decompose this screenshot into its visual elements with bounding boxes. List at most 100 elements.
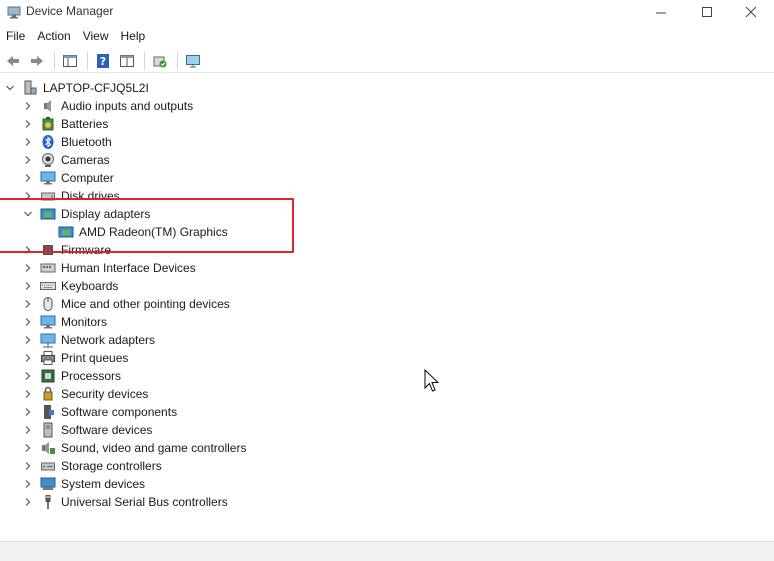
category-label: Display adapters (61, 207, 151, 221)
close-button[interactable] (728, 0, 774, 24)
disk-icon (40, 188, 56, 204)
category-cameras[interactable]: Cameras (22, 151, 110, 169)
category-label: System devices (61, 477, 146, 491)
chevron-right-icon[interactable] (22, 352, 34, 364)
menu-bar: File Action View Help (0, 26, 774, 46)
chevron-right-icon[interactable] (22, 478, 34, 490)
chevron-right-icon[interactable] (22, 370, 34, 382)
category-label: Monitors (61, 315, 108, 329)
keyboard-icon (40, 278, 56, 294)
chevron-right-icon[interactable] (22, 154, 34, 166)
chevron-right-icon[interactable] (22, 334, 34, 346)
bluetooth-icon (40, 134, 56, 150)
category-label: Software devices (61, 423, 153, 437)
category-computer[interactable]: Computer (22, 169, 114, 187)
title-bar: Device Manager (0, 0, 774, 24)
display-adapter-icon (40, 206, 56, 222)
toolbar-separator (54, 51, 55, 70)
chevron-right-icon[interactable] (22, 136, 34, 148)
network-icon (40, 332, 56, 348)
maximize-button[interactable] (684, 0, 730, 24)
category-label: Keyboards (61, 279, 119, 293)
category-keyboards[interactable]: Keyboards (22, 277, 118, 295)
category-usb[interactable]: Universal Serial Bus controllers (22, 493, 228, 511)
category-disk-drives[interactable]: Disk drives (22, 187, 120, 205)
monitor-icon[interactable] (182, 50, 204, 72)
battery-icon (40, 116, 56, 132)
category-security[interactable]: Security devices (22, 385, 148, 403)
category-audio[interactable]: Audio inputs and outputs (22, 97, 193, 115)
chevron-right-icon[interactable] (22, 298, 34, 310)
category-label: Print queues (61, 351, 129, 365)
chevron-right-icon[interactable] (22, 424, 34, 436)
category-hid[interactable]: Human Interface Devices (22, 259, 196, 277)
category-batteries[interactable]: Batteries (22, 115, 108, 133)
properties-pane-icon[interactable] (59, 50, 81, 72)
chevron-right-icon[interactable] (22, 262, 34, 274)
chevron-right-icon[interactable] (22, 460, 34, 472)
tree-root[interactable]: LAPTOP-CFJQ5L2I (4, 79, 149, 97)
chevron-right-icon[interactable] (22, 100, 34, 112)
menu-action[interactable]: Action (31, 29, 76, 43)
category-software-components[interactable]: Software components (22, 403, 177, 421)
view-icon[interactable] (116, 50, 138, 72)
back-icon[interactable] (2, 50, 24, 72)
category-label: Computer (61, 171, 114, 185)
category-sound[interactable]: Sound, video and game controllers (22, 439, 246, 457)
category-processors[interactable]: Processors (22, 367, 121, 385)
software-device-icon (40, 422, 56, 438)
category-label: Network adapters (61, 333, 156, 347)
chevron-right-icon[interactable] (22, 244, 34, 256)
category-label: Firmware (61, 243, 111, 257)
chevron-down-icon[interactable] (4, 82, 16, 94)
category-label: Mice and other pointing devices (61, 297, 230, 311)
chevron-down-icon[interactable] (22, 208, 34, 220)
chevron-right-icon[interactable] (22, 190, 34, 202)
toolbar-separator (177, 51, 178, 70)
system-icon (40, 476, 56, 492)
chevron-right-icon[interactable] (22, 118, 34, 130)
camera-icon (40, 152, 56, 168)
category-bluetooth[interactable]: Bluetooth (22, 133, 112, 151)
category-label: Universal Serial Bus controllers (61, 495, 228, 509)
minimize-button[interactable] (638, 0, 684, 24)
chevron-right-icon[interactable] (22, 280, 34, 292)
category-firmware[interactable]: Firmware (22, 241, 111, 259)
category-software-devices[interactable]: Software devices (22, 421, 152, 439)
category-label: Storage controllers (61, 459, 162, 473)
printer-icon (40, 350, 56, 366)
security-icon (40, 386, 56, 402)
category-monitors[interactable]: Monitors (22, 313, 107, 331)
category-print-queues[interactable]: Print queues (22, 349, 128, 367)
storage-icon (40, 458, 56, 474)
category-system[interactable]: System devices (22, 475, 145, 493)
category-label: Software components (61, 405, 178, 419)
scan-icon[interactable] (149, 50, 171, 72)
menu-view[interactable]: View (77, 29, 115, 43)
chevron-right-icon[interactable] (22, 388, 34, 400)
hid-icon (40, 260, 56, 276)
chevron-right-icon[interactable] (22, 406, 34, 418)
category-mice[interactable]: Mice and other pointing devices (22, 295, 230, 313)
chevron-right-icon[interactable] (22, 172, 34, 184)
chevron-right-icon[interactable] (22, 442, 34, 454)
computer-root-icon (22, 80, 38, 96)
forward-icon[interactable] (26, 50, 48, 72)
device-amd-radeon[interactable]: AMD Radeon(TM) Graphics (58, 223, 228, 241)
category-network[interactable]: Network adapters (22, 331, 155, 349)
chevron-right-icon[interactable] (22, 316, 34, 328)
help-icon[interactable]: ? (92, 50, 114, 72)
menu-file[interactable]: File (0, 29, 31, 43)
category-label: Audio inputs and outputs (61, 99, 194, 113)
firmware-icon (40, 242, 56, 258)
category-storage[interactable]: Storage controllers (22, 457, 162, 475)
status-bar (0, 541, 774, 561)
menu-help[interactable]: Help (115, 29, 152, 43)
chevron-right-icon[interactable] (22, 496, 34, 508)
category-label: Human Interface Devices (61, 261, 196, 275)
mouse-cursor-icon (424, 368, 440, 395)
device-manager-icon (6, 4, 22, 20)
category-display-adapters[interactable]: Display adapters (22, 205, 150, 223)
software-component-icon (40, 404, 56, 420)
tree-root-label: LAPTOP-CFJQ5L2I (43, 81, 149, 95)
